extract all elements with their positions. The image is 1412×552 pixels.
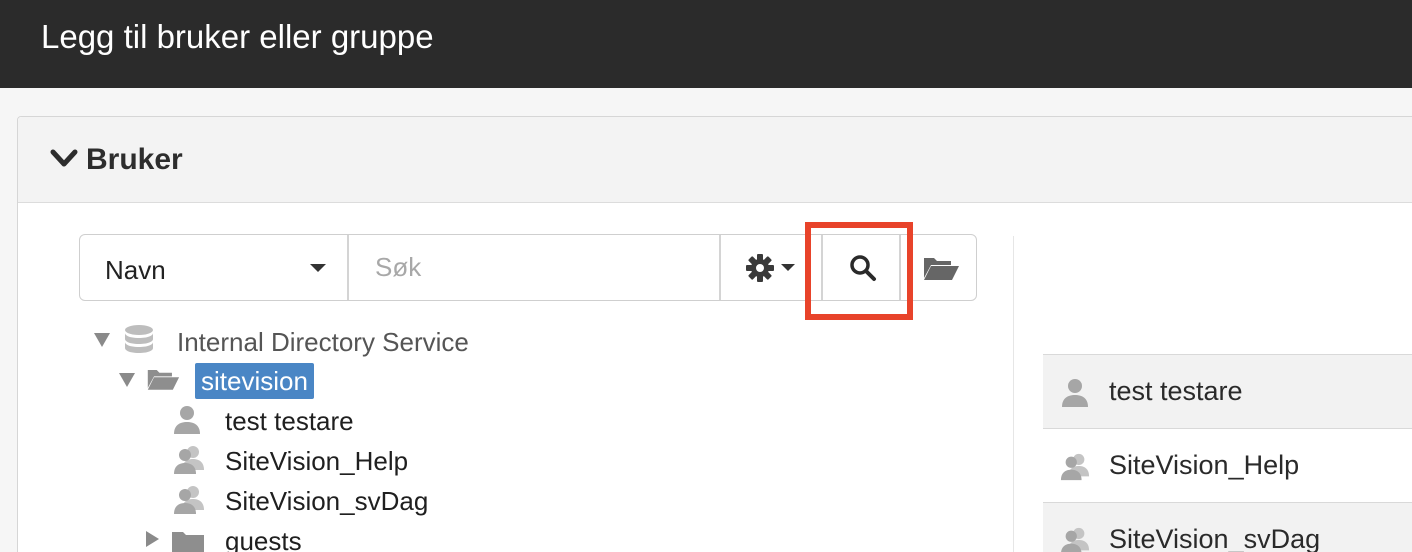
tree-node-guests[interactable]: guests bbox=[143, 523, 343, 552]
tree-item-label: SiteVision_Help bbox=[225, 446, 409, 476]
tree-node-root[interactable]: Internal Directory Service bbox=[92, 324, 542, 360]
tree-item-label: test testare bbox=[225, 406, 354, 436]
expand-triangle-icon[interactable] bbox=[94, 333, 110, 347]
group-icon bbox=[174, 486, 204, 514]
tree-item[interactable]: SiteVision_Help bbox=[170, 443, 470, 479]
group-icon bbox=[1061, 527, 1090, 552]
list-item-label: SiteVision_svDag bbox=[1109, 524, 1321, 552]
tree-root-label: Internal Directory Service bbox=[177, 327, 469, 357]
tree-folder-label: guests bbox=[225, 526, 302, 552]
list-item[interactable]: SiteVision_Help bbox=[1043, 428, 1412, 502]
list-item-label: test testare bbox=[1109, 376, 1243, 406]
search-input[interactable] bbox=[351, 235, 719, 300]
list-item[interactable]: SiteVision_svDag bbox=[1043, 502, 1412, 552]
tree-node-sitevision[interactable]: sitevision bbox=[117, 363, 337, 399]
caret-down-icon bbox=[781, 264, 795, 271]
tree-folder-label[interactable]: sitevision bbox=[195, 363, 314, 399]
section-title: Bruker bbox=[86, 143, 183, 176]
field-select-value: Navn bbox=[105, 255, 166, 285]
list-item[interactable]: test testare bbox=[1043, 354, 1412, 428]
column-divider bbox=[1013, 236, 1014, 552]
search-button-highlight bbox=[805, 222, 913, 320]
list-item-label: SiteVision_Help bbox=[1109, 450, 1300, 480]
expand-triangle-icon[interactable] bbox=[119, 373, 135, 387]
tree-item[interactable]: test testare bbox=[170, 403, 430, 439]
tree-item[interactable]: SiteVision_svDag bbox=[170, 483, 470, 519]
settings-dropdown-button[interactable] bbox=[719, 235, 819, 300]
expand-triangle-icon[interactable] bbox=[146, 531, 159, 547]
database-icon bbox=[125, 325, 153, 353]
user-icon bbox=[174, 406, 200, 434]
folder-open-icon bbox=[924, 258, 959, 280]
folder-open-icon bbox=[147, 370, 180, 390]
caret-down-icon bbox=[310, 264, 326, 272]
group-icon bbox=[174, 446, 204, 474]
panel-header[interactable]: Bruker bbox=[18, 117, 1412, 203]
title-bar: Legg til bruker eller gruppe bbox=[0, 0, 1412, 88]
browse-folder-button[interactable] bbox=[902, 235, 978, 300]
gear-icon bbox=[746, 254, 774, 282]
tree-item-label: SiteVision_svDag bbox=[225, 486, 429, 516]
dialog-title: Legg til bruker eller gruppe bbox=[41, 18, 434, 55]
group-icon bbox=[1060, 453, 1090, 481]
folder-icon bbox=[172, 532, 204, 552]
chevron-down-icon[interactable] bbox=[49, 147, 79, 171]
user-icon bbox=[1062, 379, 1088, 407]
field-select[interactable]: Navn bbox=[80, 235, 349, 300]
